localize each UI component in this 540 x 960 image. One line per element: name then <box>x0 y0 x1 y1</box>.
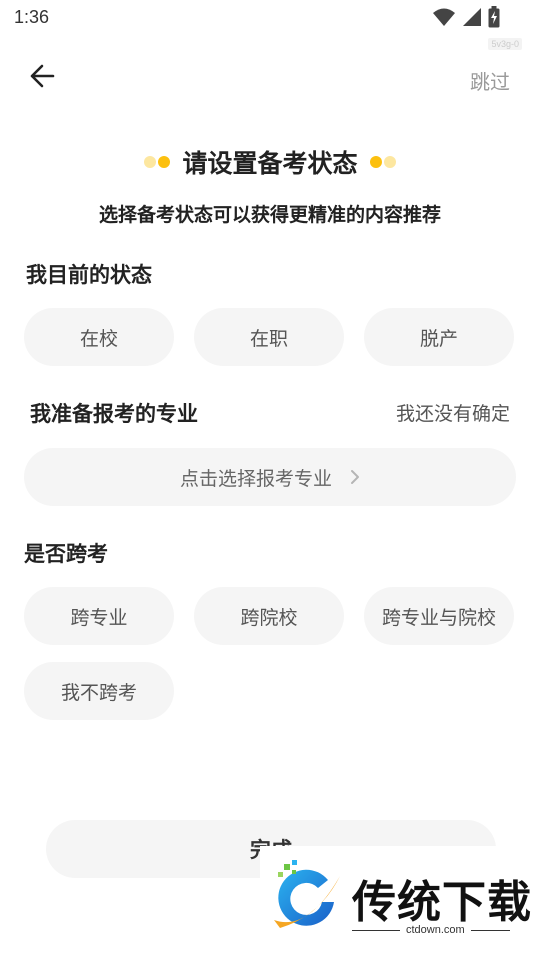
debug-tag: 5v3g-0 <box>488 38 522 50</box>
dot <box>383 156 396 168</box>
signal-icon <box>462 7 482 27</box>
select-major-label: 点击选择报考专业 <box>179 467 332 490</box>
status-bar: 1:36 5v3g-0 <box>0 0 540 50</box>
status-section-title: 我目前的状态 <box>26 263 152 287</box>
cross-option-major[interactable]: 跨专业 <box>24 587 174 645</box>
cross-option-school[interactable]: 跨院校 <box>194 587 344 645</box>
cross-option-both[interactable]: 跨专业与院校 <box>364 587 514 645</box>
status-option-full-time[interactable]: 脱产 <box>364 308 514 366</box>
watermark-title: 传统下载 <box>352 877 532 928</box>
major-section-title: 我准备报考的专业 <box>30 402 198 426</box>
battery-charging-icon <box>488 6 500 28</box>
dot <box>158 156 171 168</box>
watermark-logo-icon <box>270 858 346 942</box>
wifi-icon <box>432 7 456 27</box>
decorative-dots-left <box>144 156 171 168</box>
page-title: 请设置备考状态 <box>182 149 358 178</box>
status-option-in-school[interactable]: 在校 <box>24 308 174 366</box>
arrow-left-icon <box>28 62 56 94</box>
status-time: 1:36 <box>14 7 50 27</box>
status-icons <box>432 6 500 28</box>
decorative-dots-right <box>369 156 396 168</box>
watermark: 传统下载 ctdown.com <box>260 846 540 960</box>
dot <box>144 156 157 168</box>
select-major-button[interactable]: 点击选择报考专业 <box>24 448 516 506</box>
page-subtitle: 选择备考状态可以获得更精准的内容推荐 <box>98 204 441 226</box>
status-option-employed[interactable]: 在职 <box>194 308 344 366</box>
chevron-right-icon <box>350 469 360 485</box>
dot <box>369 156 382 168</box>
back-button[interactable] <box>26 62 58 94</box>
undecided-button[interactable]: 我还没有确定 <box>396 399 510 426</box>
page-header: 请设置备考状态 <box>0 144 540 180</box>
cross-section-title: 是否跨考 <box>24 542 108 566</box>
skip-button[interactable]: 跳过 <box>470 66 510 95</box>
cross-option-none[interactable]: 我不跨考 <box>24 662 174 720</box>
watermark-url: ctdown.com <box>400 924 471 936</box>
